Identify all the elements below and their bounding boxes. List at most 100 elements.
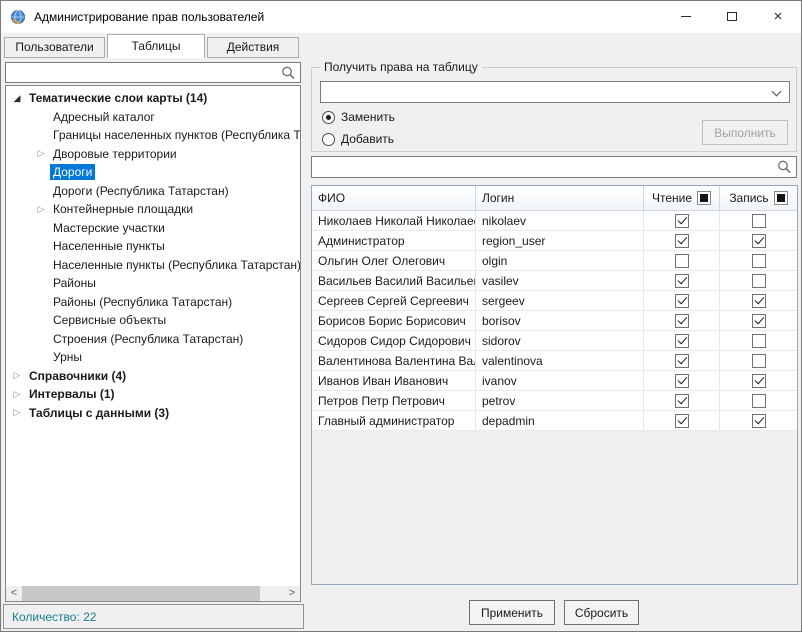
- minimize-button[interactable]: [663, 1, 709, 32]
- radio-unselected-icon: [322, 133, 335, 146]
- triangle-collapsed-icon[interactable]: ▷: [8, 407, 26, 418]
- tree-horizontal-scrollbar[interactable]: < >: [6, 586, 300, 601]
- read-cell: [644, 371, 720, 390]
- write-checkbox[interactable]: [752, 374, 766, 388]
- reset-button[interactable]: Сбросить: [564, 600, 639, 625]
- tree-item[interactable]: ▷Таблицы с данными (3): [6, 404, 300, 423]
- user-search-box: [311, 156, 797, 178]
- write-cell: [720, 411, 797, 430]
- read-checkbox[interactable]: [675, 394, 689, 408]
- tree-item[interactable]: ▷Контейнерные площадки: [6, 200, 300, 219]
- read-checkbox[interactable]: [675, 234, 689, 248]
- write-checkbox[interactable]: [752, 414, 766, 428]
- write-checkbox[interactable]: [752, 394, 766, 408]
- write-checkbox[interactable]: [752, 254, 766, 268]
- search-icon: [777, 160, 792, 175]
- write-checkbox[interactable]: [752, 354, 766, 368]
- fio-cell: Васильев Василий Васильеви: [312, 271, 476, 290]
- radio-selected-icon: [322, 111, 335, 124]
- add-radio[interactable]: Добавить: [322, 132, 394, 146]
- table-row[interactable]: Сидоров Сидор Сидоровичsidorov: [312, 331, 797, 351]
- replace-radio[interactable]: Заменить: [322, 110, 395, 124]
- tree-search-input[interactable]: [9, 63, 279, 82]
- read-cell: [644, 351, 720, 370]
- tree-item[interactable]: ◢Тематические слои карты (14): [6, 89, 300, 108]
- write-select-all-checkbox[interactable]: [774, 191, 788, 205]
- user-search-input[interactable]: [315, 157, 775, 177]
- write-checkbox[interactable]: [752, 274, 766, 288]
- read-checkbox[interactable]: [675, 354, 689, 368]
- triangle-collapsed-icon[interactable]: ▷: [8, 370, 26, 381]
- write-checkbox[interactable]: [752, 294, 766, 308]
- fio-cell: Борисов Борис Борисович: [312, 311, 476, 330]
- login-cell: depadmin: [476, 411, 644, 430]
- table-combobox[interactable]: [320, 81, 790, 103]
- write-checkbox[interactable]: [752, 234, 766, 248]
- tab-tables[interactable]: Таблицы: [107, 34, 205, 58]
- apply-button[interactable]: Применить: [469, 600, 555, 625]
- read-checkbox[interactable]: [675, 314, 689, 328]
- table-row[interactable]: Администраторregion_user: [312, 231, 797, 251]
- table-row[interactable]: Главный администраторdepadmin: [312, 411, 797, 431]
- tab-actions[interactable]: Действия: [207, 37, 299, 58]
- tree-item[interactable]: Населенные пункты: [6, 237, 300, 256]
- close-button[interactable]: ×: [755, 1, 801, 32]
- tree-item[interactable]: ▷Интервалы (1): [6, 385, 300, 404]
- write-checkbox[interactable]: [752, 334, 766, 348]
- triangle-collapsed-icon[interactable]: ▷: [32, 148, 50, 159]
- read-cell: [644, 291, 720, 310]
- triangle-expanded-icon[interactable]: ◢: [8, 93, 26, 104]
- table-row[interactable]: Иванов Иван Ивановичivanov: [312, 371, 797, 391]
- table-row[interactable]: Ольгин Олег Олеговичolgin: [312, 251, 797, 271]
- scroll-left-icon[interactable]: <: [6, 586, 22, 601]
- read-checkbox[interactable]: [675, 414, 689, 428]
- scrollbar-thumb[interactable]: [22, 586, 260, 601]
- tree-item[interactable]: Урны: [6, 348, 300, 367]
- tab-users[interactable]: Пользователи: [4, 37, 105, 58]
- tree-item[interactable]: Дороги: [6, 163, 300, 182]
- read-cell: [644, 231, 720, 250]
- tree-item[interactable]: Границы населенных пунктов (Республика Т…: [6, 126, 300, 145]
- app-window: Администрирование прав пользователей × П…: [0, 0, 802, 632]
- table-row[interactable]: Васильев Василий Васильевиvasilev: [312, 271, 797, 291]
- read-checkbox[interactable]: [675, 214, 689, 228]
- tree-item[interactable]: Адресный каталог: [6, 108, 300, 127]
- table-row[interactable]: Петров Петр Петровичpetrov: [312, 391, 797, 411]
- tree-item[interactable]: ▷Справочники (4): [6, 367, 300, 386]
- read-select-all-checkbox[interactable]: [697, 191, 711, 205]
- tree-item-label: Мастерские участки: [50, 220, 168, 236]
- login-cell: ivanov: [476, 371, 644, 390]
- tree-item[interactable]: Районы (Республика Татарстан): [6, 293, 300, 312]
- read-checkbox[interactable]: [675, 374, 689, 388]
- write-checkbox[interactable]: [752, 214, 766, 228]
- tree-item[interactable]: ▷Дворовые территории: [6, 145, 300, 164]
- table-row[interactable]: Сергеев Сергей Сергеевичsergeev: [312, 291, 797, 311]
- read-checkbox[interactable]: [675, 254, 689, 268]
- table-row[interactable]: Валентинова Валентина Валеvalentinova: [312, 351, 797, 371]
- tree-item[interactable]: Населенные пункты (Республика Татарстан): [6, 256, 300, 275]
- write-cell: [720, 331, 797, 350]
- tree-item[interactable]: Сервисные объекты: [6, 311, 300, 330]
- triangle-collapsed-icon[interactable]: ▷: [32, 204, 50, 215]
- read-checkbox[interactable]: [675, 294, 689, 308]
- read-checkbox[interactable]: [675, 334, 689, 348]
- write-cell: [720, 211, 797, 230]
- read-cell: [644, 331, 720, 350]
- tree-item[interactable]: Дороги (Республика Татарстан): [6, 182, 300, 201]
- maximize-button[interactable]: [709, 1, 755, 32]
- scroll-right-icon[interactable]: >: [284, 586, 300, 601]
- triangle-collapsed-icon[interactable]: ▷: [8, 389, 26, 400]
- read-checkbox[interactable]: [675, 274, 689, 288]
- table-row[interactable]: Борисов Борис Борисовичborisov: [312, 311, 797, 331]
- table-row[interactable]: Николаев Николай Николаееnikolaev: [312, 211, 797, 231]
- write-cell: [720, 271, 797, 290]
- chevron-down-icon: [772, 87, 782, 97]
- write-checkbox[interactable]: [752, 314, 766, 328]
- tree-item[interactable]: Районы: [6, 274, 300, 293]
- execute-button[interactable]: Выполнить: [702, 120, 788, 145]
- header-login: Логин: [476, 186, 644, 210]
- tree-item-label: Дороги (Республика Татарстан): [50, 183, 232, 199]
- tree-item[interactable]: Строения (Республика Татарстан): [6, 330, 300, 349]
- tree-item[interactable]: Мастерские участки: [6, 219, 300, 238]
- tree-item-label: Сервисные объекты: [50, 312, 169, 328]
